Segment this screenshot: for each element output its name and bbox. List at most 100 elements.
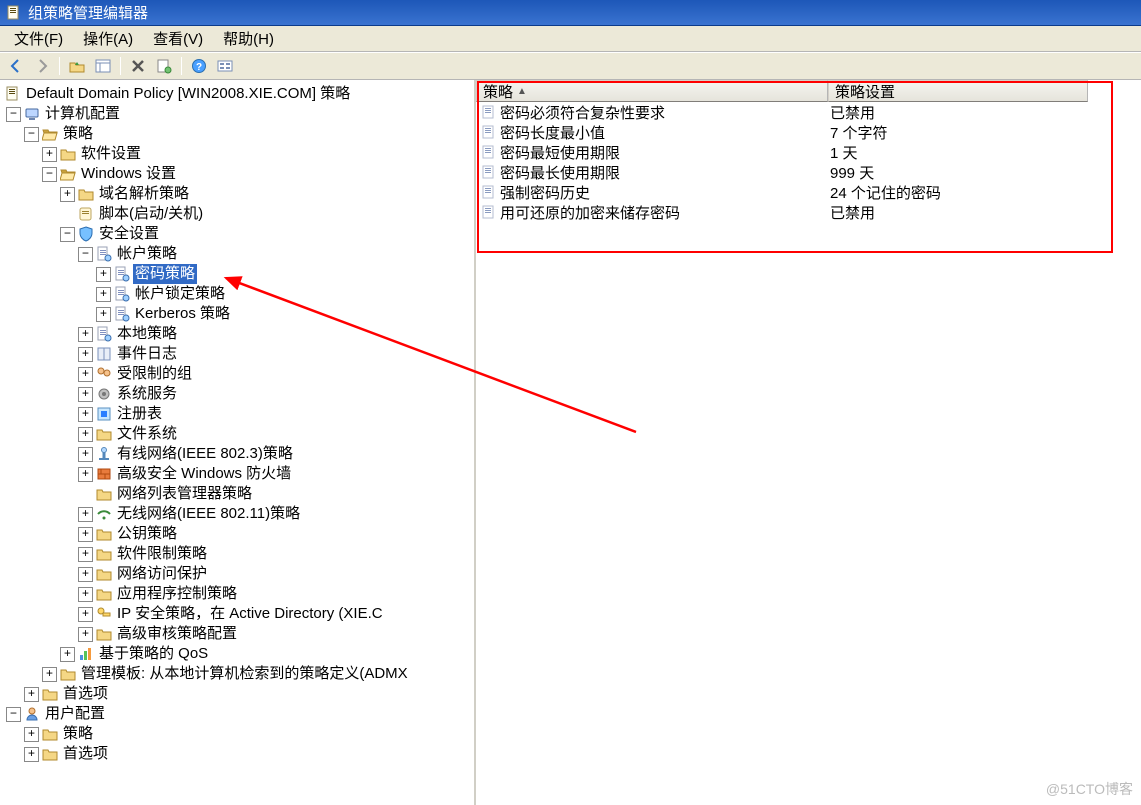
tree-app-control[interactable]: + 应用程序控制策略 <box>2 584 472 604</box>
expander-icon[interactable]: + <box>60 647 75 662</box>
expander-icon[interactable]: + <box>96 267 111 282</box>
tree-pref1[interactable]: + 首选项 <box>2 684 472 704</box>
expander-icon[interactable]: + <box>78 567 93 582</box>
expander-icon[interactable]: + <box>96 307 111 322</box>
tree-user-config[interactable]: − 用户配置 <box>2 704 472 724</box>
tree-security-settings[interactable]: − 安全设置 <box>2 224 472 244</box>
tree-label: 首选项 <box>61 684 110 704</box>
tree-password-policy[interactable]: + 密码策略 <box>2 264 472 284</box>
tree-admin-templates[interactable]: + 管理模板: 从本地计算机检索到的策略定义(ADMX <box>2 664 472 684</box>
toolbar-up-icon[interactable] <box>65 55 89 77</box>
expander-icon[interactable]: − <box>6 707 21 722</box>
toolbar-listview-icon[interactable] <box>91 55 115 77</box>
toolbar-view-icon[interactable] <box>213 55 237 77</box>
tree-file-system[interactable]: + 文件系统 <box>2 424 472 444</box>
tree-local-policies[interactable]: + 本地策略 <box>2 324 472 344</box>
tree-nap[interactable]: + 网络访问保护 <box>2 564 472 584</box>
tree-public-key[interactable]: + 公钥策略 <box>2 524 472 544</box>
tree-software-settings[interactable]: + 软件设置 <box>2 144 472 164</box>
toolbar-help-icon[interactable] <box>187 55 211 77</box>
tree-scripts[interactable]: · 脚本(启动/关机) <box>2 204 472 224</box>
tree-label: 事件日志 <box>115 344 179 364</box>
expander-icon[interactable]: − <box>6 107 21 122</box>
tree-ipsec[interactable]: + IP 安全策略，在 Active Directory (XIE.C <box>2 604 472 624</box>
tree-network-list-mgr[interactable]: · 网络列表管理器策略 <box>2 484 472 504</box>
list-row[interactable]: 密码最长使用期限999 天 <box>476 162 1141 182</box>
column-header-setting[interactable]: 策略设置 <box>828 80 1088 102</box>
tree-adv-audit[interactable]: + 高级审核策略配置 <box>2 624 472 644</box>
tree-registry[interactable]: + 注册表 <box>2 404 472 424</box>
expander-icon[interactable]: − <box>42 167 57 182</box>
expander-icon[interactable]: + <box>78 607 93 622</box>
expander-icon[interactable]: + <box>78 467 93 482</box>
menu-view[interactable]: 查看(V) <box>143 26 213 51</box>
menu-action[interactable]: 操作(A) <box>73 26 143 51</box>
list-row[interactable]: 用可还原的加密来储存密码已禁用 <box>476 202 1141 222</box>
tree-account-policies[interactable]: − 帐户策略 <box>2 244 472 264</box>
tree-wired-network[interactable]: + 有线网络(IEEE 802.3)策略 <box>2 444 472 464</box>
menu-file[interactable]: 文件(F) <box>4 26 73 51</box>
expander-icon[interactable]: − <box>24 127 39 142</box>
expander-icon[interactable]: + <box>96 287 111 302</box>
list-row[interactable]: 密码长度最小值7 个字符 <box>476 122 1141 142</box>
list-row[interactable]: 强制密码历史24 个记住的密码 <box>476 182 1141 202</box>
expander-icon[interactable]: + <box>78 527 93 542</box>
tree-name-res-policy[interactable]: + 域名解析策略 <box>2 184 472 204</box>
expander-icon[interactable]: + <box>78 507 93 522</box>
expander-icon[interactable]: + <box>78 587 93 602</box>
tree-windows-firewall[interactable]: + 高级安全 Windows 防火墙 <box>2 464 472 484</box>
toolbar-delete-icon[interactable] <box>126 55 150 77</box>
menu-help[interactable]: 帮助(H) <box>213 26 284 51</box>
column-header-policy[interactable]: 策略 ▲ <box>476 80 828 102</box>
tree-label: IP 安全策略，在 Active Directory (XIE.C <box>115 604 385 624</box>
list-pane[interactable]: 策略 ▲ 策略设置 密码必须符合复杂性要求已禁用密码长度最小值7 个字符密码最短… <box>476 80 1141 805</box>
toolbar-properties-icon[interactable] <box>152 55 176 77</box>
tree-label: 系统服务 <box>115 384 179 404</box>
expander-icon[interactable]: + <box>78 367 93 382</box>
tree-user-policy[interactable]: + 策略 <box>2 724 472 744</box>
menu-bar: 文件(F) 操作(A) 查看(V) 帮助(H) <box>0 26 1141 52</box>
tree-wireless-network[interactable]: + 无线网络(IEEE 802.11)策略 <box>2 504 472 524</box>
expander-icon[interactable]: + <box>78 627 93 642</box>
expander-icon[interactable]: − <box>60 227 75 242</box>
list-row[interactable]: 密码必须符合复杂性要求已禁用 <box>476 102 1141 122</box>
column-header-setting-label: 策略设置 <box>835 81 895 102</box>
tree-account-lockout[interactable]: + 帐户锁定策略 <box>2 284 472 304</box>
tree-root[interactable]: Default Domain Policy [WIN2008.XIE.COM] … <box>2 84 472 104</box>
tree-policy-qos[interactable]: + 基于策略的 QoS <box>2 644 472 664</box>
tree-system-services[interactable]: + 系统服务 <box>2 384 472 404</box>
toolbar-forward-icon[interactable] <box>30 55 54 77</box>
tree-pane[interactable]: Default Domain Policy [WIN2008.XIE.COM] … <box>0 80 476 805</box>
expander-icon[interactable]: + <box>78 347 93 362</box>
policy-item-icon <box>480 184 498 200</box>
expander-icon[interactable]: + <box>24 687 39 702</box>
tree-computer-config[interactable]: − 计算机配置 <box>2 104 472 124</box>
expander-icon[interactable]: + <box>42 147 57 162</box>
tree-restricted-groups[interactable]: + 受限制的组 <box>2 364 472 384</box>
expander-icon[interactable]: + <box>78 407 93 422</box>
toolbar-back-icon[interactable] <box>4 55 28 77</box>
tree-software-restriction[interactable]: + 软件限制策略 <box>2 544 472 564</box>
expander-icon[interactable]: + <box>78 427 93 442</box>
toolbar <box>0 52 1141 80</box>
expander-icon[interactable]: + <box>60 187 75 202</box>
expander-icon[interactable]: + <box>24 727 39 742</box>
expander-icon[interactable]: + <box>42 667 57 682</box>
expander-icon[interactable]: + <box>78 447 93 462</box>
tree-kerberos-policy[interactable]: + Kerberos 策略 <box>2 304 472 324</box>
expander-icon[interactable]: + <box>24 747 39 762</box>
tree-label: 基于策略的 QoS <box>97 644 210 664</box>
tree-policy[interactable]: − 策略 <box>2 124 472 144</box>
expander-icon[interactable]: + <box>78 547 93 562</box>
list-setting-label: 1 天 <box>830 145 858 162</box>
tree-windows-settings[interactable]: − Windows 设置 <box>2 164 472 184</box>
expander-icon[interactable]: + <box>78 327 93 342</box>
expander-icon[interactable]: − <box>78 247 93 262</box>
tree-label: 受限制的组 <box>115 364 194 384</box>
tree-event-log[interactable]: + 事件日志 <box>2 344 472 364</box>
tree-user-pref[interactable]: + 首选项 <box>2 744 472 764</box>
expander-icon[interactable]: + <box>78 387 93 402</box>
list-row[interactable]: 密码最短使用期限1 天 <box>476 142 1141 162</box>
tree-label: 高级安全 Windows 防火墙 <box>115 464 293 484</box>
list-policy-label: 密码最长使用期限 <box>500 162 620 183</box>
